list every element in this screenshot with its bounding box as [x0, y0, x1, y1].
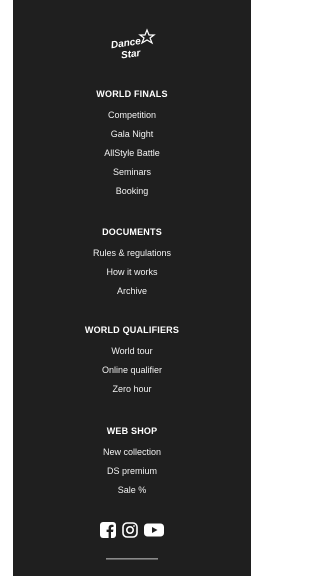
list-item: Archive	[13, 282, 251, 301]
list-item: Online qualifier	[13, 361, 251, 380]
list-item: Competition	[13, 106, 251, 125]
link-list: World tour Online qualifier Zero hour	[13, 342, 251, 399]
link-list: Competition Gala Night AllStyle Battle S…	[13, 106, 251, 201]
footer-link-zero-hour[interactable]: Zero hour	[112, 384, 151, 394]
footer-link-sale[interactable]: Sale %	[118, 485, 147, 495]
footer-link-booking[interactable]: Booking	[116, 186, 149, 196]
logo-text-star: Star	[120, 48, 142, 62]
footer-link-rules-regulations[interactable]: Rules & regulations	[93, 248, 171, 258]
footer-link-gala-night[interactable]: Gala Night	[111, 129, 154, 139]
footer-link-seminars[interactable]: Seminars	[113, 167, 151, 177]
list-item: Gala Night	[13, 125, 251, 144]
footer-link-archive[interactable]: Archive	[117, 286, 147, 296]
section-title: WORLD FINALS	[96, 89, 168, 99]
list-item: World tour	[13, 342, 251, 361]
dance-star-logo[interactable]: Dance Star	[13, 26, 251, 64]
list-item: Sale %	[13, 481, 251, 500]
list-item: New collection	[13, 443, 251, 462]
footer-link-competition[interactable]: Competition	[108, 110, 156, 120]
facebook-icon[interactable]	[100, 521, 116, 543]
footer-link-how-it-works[interactable]: How it works	[106, 267, 157, 277]
youtube-icon[interactable]	[144, 522, 164, 543]
star-icon	[138, 28, 156, 45]
footer-section-world-qualifiers: WORLD QUALIFIERS World tour Online quali…	[13, 324, 251, 399]
dance-star-logo-mark: Dance Star	[110, 28, 156, 62]
instagram-icon[interactable]	[122, 521, 138, 543]
list-item: Booking	[13, 182, 251, 201]
footer-link-allstyle-battle[interactable]: AllStyle Battle	[104, 148, 160, 158]
copyright-fineprint	[13, 557, 251, 562]
list-item: Zero hour	[13, 380, 251, 399]
link-list: New collection DS premium Sale %	[13, 443, 251, 500]
site-footer: Dance Star WORLD FINALS Competition Gala…	[13, 0, 251, 576]
link-list: Rules & regulations How it works Archive	[13, 244, 251, 301]
footer-link-new-collection[interactable]: New collection	[103, 447, 161, 457]
section-title: WEB SHOP	[106, 426, 158, 436]
list-item: Seminars	[13, 163, 251, 182]
list-item: Rules & regulations	[13, 244, 251, 263]
footer-link-online-qualifier[interactable]: Online qualifier	[102, 365, 162, 375]
footer-link-world-tour[interactable]: World tour	[111, 346, 152, 356]
footer-section-web-shop: WEB SHOP New collection DS premium Sale …	[13, 425, 251, 500]
list-item: AllStyle Battle	[13, 144, 251, 163]
social-links	[13, 521, 251, 543]
footer-section-world-finals: WORLD FINALS Competition Gala Night AllS…	[13, 88, 251, 201]
section-title: DOCUMENTS	[102, 227, 162, 237]
copyright-text-unreadable	[106, 558, 158, 560]
section-title: WORLD QUALIFIERS	[84, 325, 180, 335]
footer-link-ds-premium[interactable]: DS premium	[107, 466, 157, 476]
footer-section-documents: DOCUMENTS Rules & regulations How it wor…	[13, 226, 251, 301]
list-item: How it works	[13, 263, 251, 282]
list-item: DS premium	[13, 462, 251, 481]
